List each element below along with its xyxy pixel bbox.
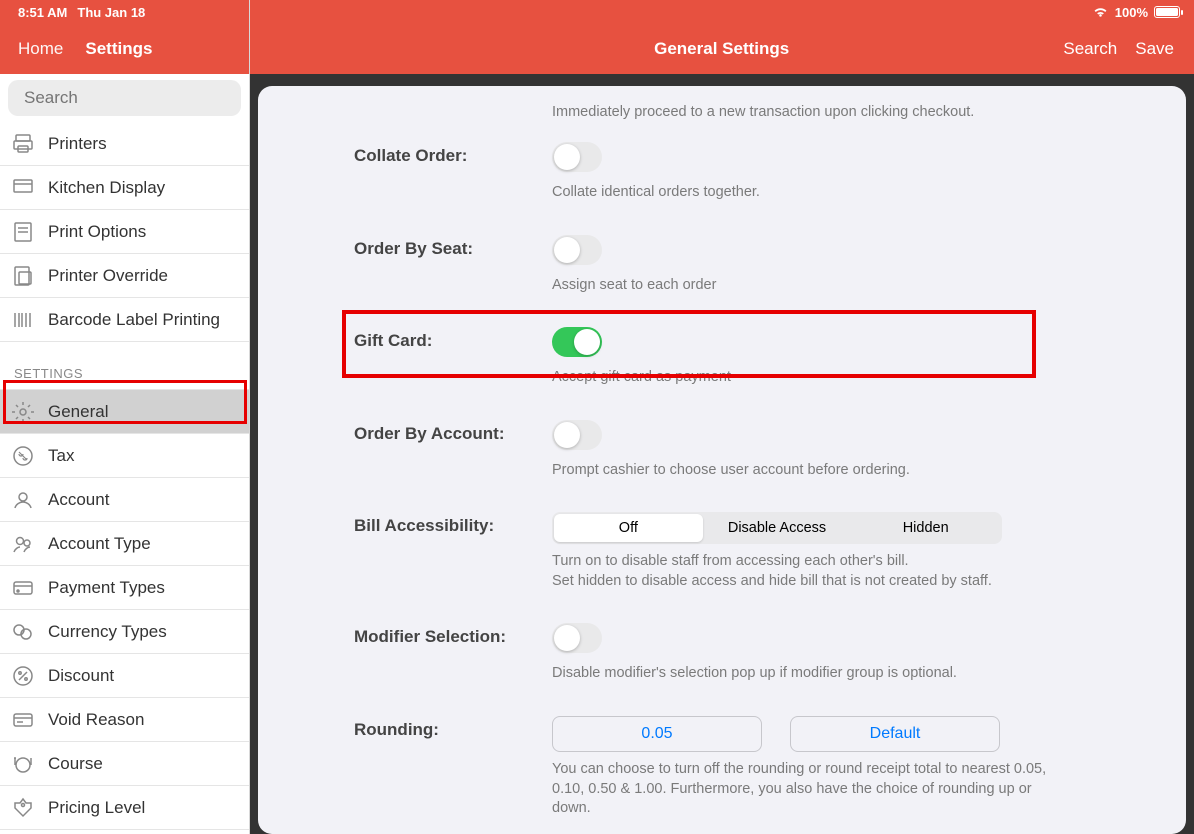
print-override-icon (10, 263, 36, 289)
sidebar-item-label: Discount (48, 666, 114, 686)
desc-modifier: Disable modifier's selection pop up if m… (552, 664, 1064, 684)
seg-disable-access[interactable]: Disable Access (703, 514, 852, 542)
sidebar-item-void-reason[interactable]: Void Reason (0, 698, 249, 742)
battery-percent: 100% (1115, 5, 1148, 20)
account-icon (10, 487, 36, 513)
seg-hidden[interactable]: Hidden (851, 514, 1000, 542)
sidebar-item-tax[interactable]: Tax (0, 434, 249, 478)
course-icon (10, 751, 36, 777)
seg-bill-accessibility[interactable]: Off Disable Access Hidden (552, 512, 1002, 544)
sidebar-item-label: Barcode Label Printing (48, 310, 220, 330)
tax-icon (10, 443, 36, 469)
sidebar-item-label: Currency Types (48, 622, 167, 642)
sidebar-item-print-options[interactable]: Print Options (0, 210, 249, 254)
sidebar-item-general[interactable]: General (0, 390, 249, 434)
settings-link[interactable]: Settings (85, 39, 152, 59)
sidebar-item-course[interactable]: Course (0, 742, 249, 786)
label-seat: Order By Seat: (354, 235, 552, 259)
display-icon (10, 175, 36, 201)
toggle-collate[interactable] (552, 142, 602, 172)
desc-rounding: You can choose to turn off the rounding … (552, 760, 1064, 819)
label-gift: Gift Card: (354, 327, 552, 351)
row-rounding: Rounding: 0.05 Default You can choose to… (258, 716, 1186, 819)
sidebar-item-currency-types[interactable]: Currency Types (0, 610, 249, 654)
sidebar-section-settings: SETTINGS (0, 342, 249, 390)
sidebar-item-printer-override[interactable]: Printer Override (0, 254, 249, 298)
sidebar-item-kitchen-display[interactable]: Kitchen Display (0, 166, 249, 210)
pricing-icon (10, 795, 36, 821)
sidebar-item-discount[interactable]: Discount (0, 654, 249, 698)
label-collate: Collate Order: (354, 142, 552, 166)
header-search[interactable]: Search (1063, 39, 1117, 59)
desc-account: Prompt cashier to choose user account be… (552, 461, 1064, 481)
gear-icon (10, 399, 36, 425)
desc-bill: Turn on to disable staff from accessing … (552, 552, 1064, 591)
toggle-seat[interactable] (552, 235, 602, 265)
sidebar-item-label: General (48, 402, 108, 422)
intro-text: Immediately proceed to a new transaction… (258, 104, 1186, 142)
search-input[interactable] (24, 88, 245, 108)
sidebar-item-barcode-label-printing[interactable]: Barcode Label Printing (0, 298, 249, 342)
sidebar-list[interactable]: Printers Kitchen Display Print Options Prin… (0, 122, 249, 834)
sidebar-topbar: Home Settings (0, 24, 249, 74)
toggle-gift-card[interactable] (552, 327, 602, 357)
sidebar-item-label: Printers (48, 134, 107, 154)
sidebar-item-label: Void Reason (48, 710, 144, 730)
row-order-by-account: Order By Account: Prompt cashier to choo… (258, 420, 1186, 481)
status-bar: 8:51 AM Thu Jan 18 (0, 0, 249, 24)
row-collate-order: Collate Order: Collate identical orders … (258, 142, 1186, 203)
payment-icon (10, 575, 36, 601)
rounding-default-button[interactable]: Default (790, 716, 1000, 752)
main-top: General Settings Search Save (250, 24, 1194, 74)
print-options-icon (10, 219, 36, 245)
sidebar-item-label: Tax (48, 446, 74, 466)
printer-icon (10, 131, 36, 157)
sidebar-item-label: Print Options (48, 222, 146, 242)
row-gift-card: Gift Card: Accept gift card as payment (258, 327, 1186, 388)
label-account: Order By Account: (354, 420, 552, 444)
currency-icon (10, 619, 36, 645)
sidebar-item-label: Payment Types (48, 578, 165, 598)
sidebar-item-printers[interactable]: Printers (0, 122, 249, 166)
row-bill-accessibility: Bill Accessibility: Off Disable Access H… (258, 512, 1186, 591)
seg-off[interactable]: Off (554, 514, 703, 542)
account-type-icon (10, 531, 36, 557)
row-modifier-selection: Modifier Selection: Disable modifier's s… (258, 623, 1186, 684)
header-save[interactable]: Save (1135, 39, 1174, 59)
toggle-modifier[interactable] (552, 623, 602, 653)
sidebar-item-account-type[interactable]: Account Type (0, 522, 249, 566)
sidebar-item-label: Printer Override (48, 266, 168, 286)
search-box[interactable] (8, 80, 241, 116)
void-icon (10, 707, 36, 733)
sidebar-item-label: Account Type (48, 534, 151, 554)
toggle-account[interactable] (552, 420, 602, 450)
home-link[interactable]: Home (18, 39, 63, 59)
barcode-icon (10, 307, 36, 333)
label-modifier: Modifier Selection: (354, 623, 552, 647)
desc-gift: Accept gift card as payment (552, 368, 1064, 388)
settings-card: Immediately proceed to a new transaction… (258, 86, 1186, 834)
discount-icon (10, 663, 36, 689)
status-time: 8:51 AM (18, 5, 67, 20)
sidebar-item-label: Course (48, 754, 103, 774)
sidebar-item-account[interactable]: Account (0, 478, 249, 522)
label-rounding: Rounding: (354, 716, 552, 740)
status-date: Thu Jan 18 (77, 5, 145, 20)
row-order-by-seat: Order By Seat: Assign seat to each order (258, 235, 1186, 296)
label-bill: Bill Accessibility: (354, 512, 552, 536)
sidebar-item-pricing-level[interactable]: Pricing Level (0, 786, 249, 830)
page-title: General Settings (380, 39, 1063, 59)
desc-seat: Assign seat to each order (552, 276, 1064, 296)
sidebar-item-label: Account (48, 490, 109, 510)
battery-icon (1154, 6, 1180, 18)
wifi-icon (1092, 6, 1109, 18)
sidebar-item-label: Kitchen Display (48, 178, 165, 198)
main-status-bar: 100% (250, 0, 1194, 24)
sidebar-item-label: Pricing Level (48, 798, 145, 818)
desc-collate: Collate identical orders together. (552, 183, 1064, 203)
sidebar-item-payment-types[interactable]: Payment Types (0, 566, 249, 610)
rounding-value-button[interactable]: 0.05 (552, 716, 762, 752)
